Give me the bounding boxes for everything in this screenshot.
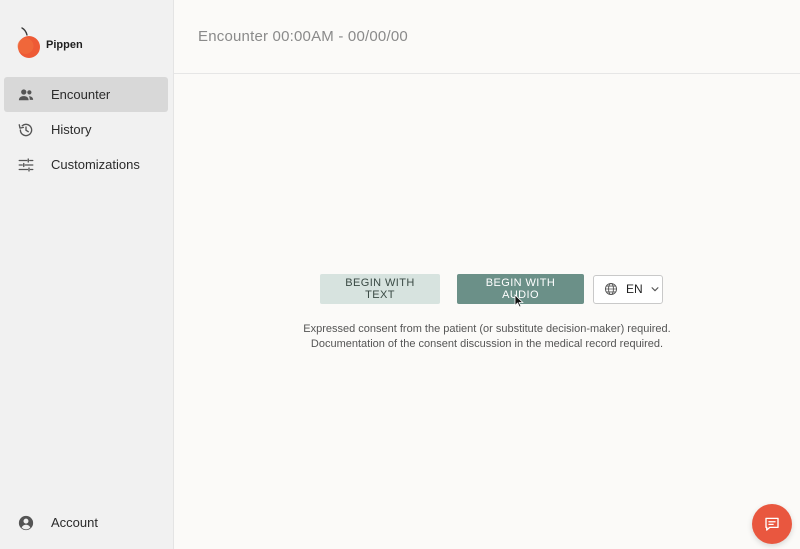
people-icon bbox=[18, 88, 34, 100]
begin-with-text-button[interactable]: BEGIN WITH TEXT bbox=[320, 274, 440, 304]
chat-button[interactable] bbox=[752, 504, 792, 544]
sliders-icon bbox=[18, 157, 34, 172]
sidebar-item-label: Customizations bbox=[51, 157, 140, 172]
account-section: Account bbox=[4, 505, 168, 540]
account-label: Account bbox=[51, 515, 98, 530]
history-icon bbox=[18, 123, 33, 136]
chevron-down-icon bbox=[651, 287, 659, 292]
language-select[interactable]: EN bbox=[593, 274, 663, 304]
sidebar-item-label: History bbox=[51, 122, 92, 137]
brand-name: Pippen bbox=[46, 39, 83, 51]
consent-line-1: Expressed consent from the patient (or s… bbox=[303, 323, 671, 335]
brand-logo[interactable]: Pippen bbox=[16, 26, 83, 60]
peach-logo-icon bbox=[17, 27, 40, 58]
sidebar-item-history[interactable]: History bbox=[4, 112, 168, 147]
account-circle-icon bbox=[18, 515, 34, 530]
chat-icon bbox=[765, 517, 779, 531]
sidebar-nav: Encounter History Customizations bbox=[4, 77, 168, 182]
consent-line-2: Documentation of the consent discussion … bbox=[310, 338, 664, 350]
sidebar-item-account[interactable]: Account bbox=[4, 505, 168, 540]
sidebar-item-customizations[interactable]: Customizations bbox=[4, 147, 168, 182]
language-value: EN bbox=[626, 282, 643, 296]
globe-icon bbox=[604, 282, 618, 296]
consent-notice: Expressed consent from the patient (or s… bbox=[174, 322, 800, 352]
sidebar-item-encounter[interactable]: Encounter bbox=[4, 77, 168, 112]
sidebar: Pippen Encounter History Customizations … bbox=[0, 0, 174, 549]
page-header: Encounter 00:00AM - 00/00/00 bbox=[174, 0, 800, 74]
page-title: Encounter 00:00AM - 00/00/00 bbox=[198, 28, 408, 45]
start-actions: BEGIN WITH TEXT BEGIN WITH AUDIO EN bbox=[320, 274, 663, 304]
mouse-cursor-icon bbox=[514, 294, 524, 308]
sidebar-item-label: Encounter bbox=[51, 87, 111, 102]
